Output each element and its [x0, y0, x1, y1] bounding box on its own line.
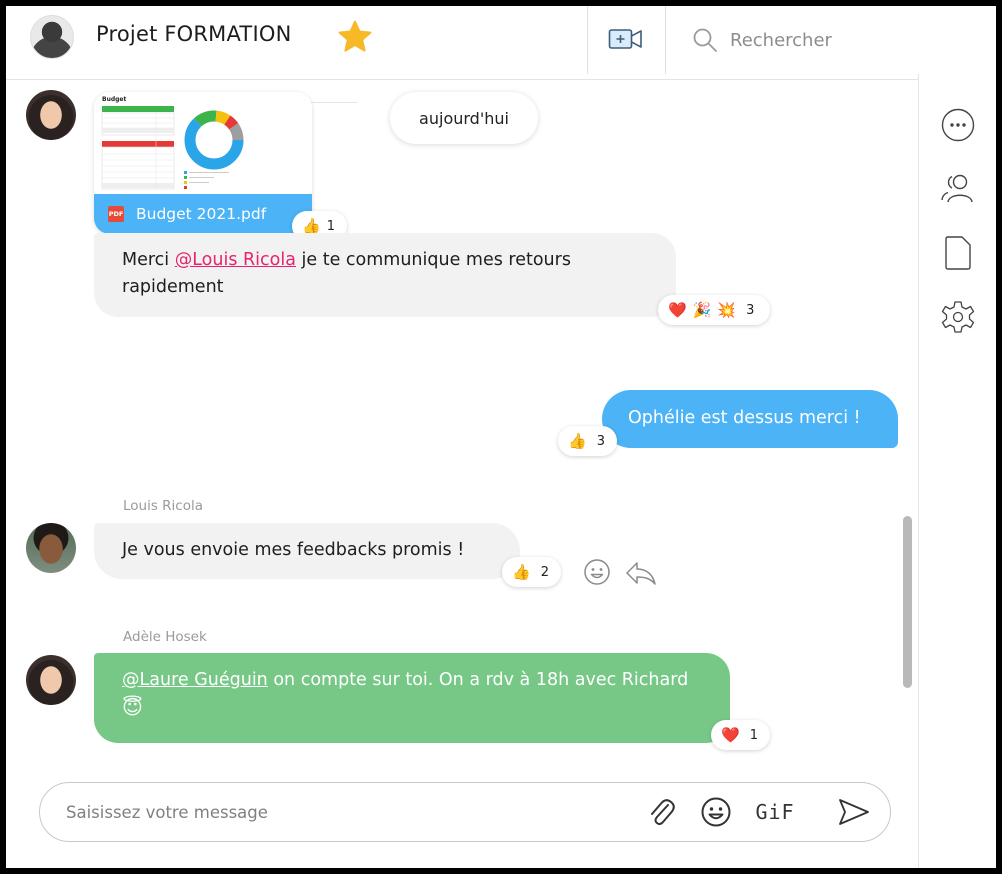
reaction-emoji: 👍 — [302, 216, 321, 235]
group-avatar[interactable] — [30, 15, 74, 59]
reaction-count: 3 — [746, 302, 755, 318]
file-name-bar[interactable]: PDF Budget 2021.pdf — [94, 194, 312, 234]
files-button[interactable] — [939, 234, 977, 272]
reaction-count: 1 — [749, 727, 758, 743]
members-icon — [941, 174, 973, 203]
preview-title: Budget — [102, 96, 127, 103]
message-input[interactable] — [66, 797, 626, 827]
video-call-button[interactable] — [606, 22, 646, 56]
search-input[interactable] — [730, 29, 950, 51]
reaction-pill[interactable]: 👍 2 — [502, 557, 561, 587]
message-text: Ophélie est dessus merci ! — [628, 408, 861, 428]
reaction-emoji: 🎉 — [692, 300, 712, 319]
avatar[interactable] — [26, 90, 76, 140]
files-icon — [945, 236, 971, 270]
emoji-icon — [701, 797, 731, 827]
file-attachment[interactable]: Budget PDF Budget 2021.pdf — [94, 92, 312, 234]
message-text: on compte sur toi. On a rdv à 18h avec R… — [267, 670, 689, 690]
star-icon[interactable] — [336, 18, 374, 56]
message-bubble[interactable]: @Laure Guéguin on compte sur toi. On a r… — [94, 653, 730, 743]
gif-button[interactable]: GiF — [750, 795, 800, 829]
user-mention[interactable]: @Laure Guéguin — [122, 670, 268, 690]
user-mention[interactable]: @Louis Ricola — [175, 250, 296, 270]
settings-icon — [941, 301, 975, 333]
search-bar[interactable] — [692, 22, 972, 58]
avatar[interactable] — [26, 523, 76, 573]
pdf-file-icon: PDF — [108, 206, 124, 222]
reaction-emoji: 👍 — [568, 431, 587, 450]
send-icon — [839, 799, 869, 825]
message-text: Merci — [122, 250, 175, 270]
emoji-button[interactable] — [698, 795, 734, 829]
header-divider — [587, 6, 588, 74]
reaction-emoji: ❤️ — [668, 300, 687, 319]
sender-name: Louis Ricola — [123, 498, 204, 514]
date-separator: aujourd'hui — [390, 92, 538, 144]
reaction-emoji: 💥 — [717, 300, 737, 319]
reaction-count: 3 — [596, 433, 605, 449]
attach-button[interactable] — [644, 795, 678, 829]
more-options-icon — [941, 108, 975, 142]
reaction-pill[interactable]: 👍 3 — [558, 426, 617, 456]
search-icon — [693, 28, 717, 52]
message-bubble-outgoing[interactable]: Ophélie est dessus merci ! — [602, 390, 898, 448]
reply-icon[interactable] — [624, 559, 658, 587]
add-reaction-icon[interactable] — [582, 557, 612, 587]
reaction-pill[interactable]: ❤️ 🎉 💥 3 — [658, 295, 771, 325]
message-text: Je vous envoie mes feedbacks promis ! — [122, 540, 465, 560]
chat-window: Projet FORMATION Rechercher Budget PDF B… — [0, 0, 1002, 874]
message-bubble[interactable]: Je vous envoie mes feedbacks promis ! — [94, 523, 520, 579]
settings-button[interactable] — [939, 298, 977, 336]
message-composer: GiF — [39, 782, 891, 842]
gif-label: GiF — [755, 800, 795, 824]
right-sidebar — [918, 74, 996, 868]
reaction-count: 2 — [540, 564, 549, 580]
reaction-emoji: 👍 — [512, 562, 531, 581]
angel-emoji: 😇 — [122, 695, 143, 719]
video-call-icon — [608, 29, 642, 49]
send-button[interactable] — [836, 795, 872, 829]
group-title: Projet FORMATION — [96, 22, 292, 46]
feed-divider — [306, 102, 358, 103]
more-options-button[interactable] — [939, 106, 977, 144]
chat-scrollbar[interactable] — [903, 516, 912, 688]
header-divider — [665, 6, 666, 74]
reaction-pill[interactable]: ❤️ 1 — [711, 720, 770, 750]
sender-name: Adèle Hosek — [123, 629, 207, 645]
chat-header: Projet FORMATION — [6, 6, 996, 80]
members-button[interactable] — [939, 170, 977, 208]
file-preview-thumbnail: Budget — [94, 92, 312, 194]
message-bubble[interactable]: Merci @Louis Ricola je te communique mes… — [94, 233, 676, 317]
paperclip-icon — [651, 799, 675, 826]
reaction-emoji: ❤️ — [721, 725, 740, 744]
reaction-count: 1 — [326, 218, 335, 234]
file-name: Budget 2021.pdf — [136, 205, 267, 223]
avatar[interactable] — [26, 655, 76, 705]
